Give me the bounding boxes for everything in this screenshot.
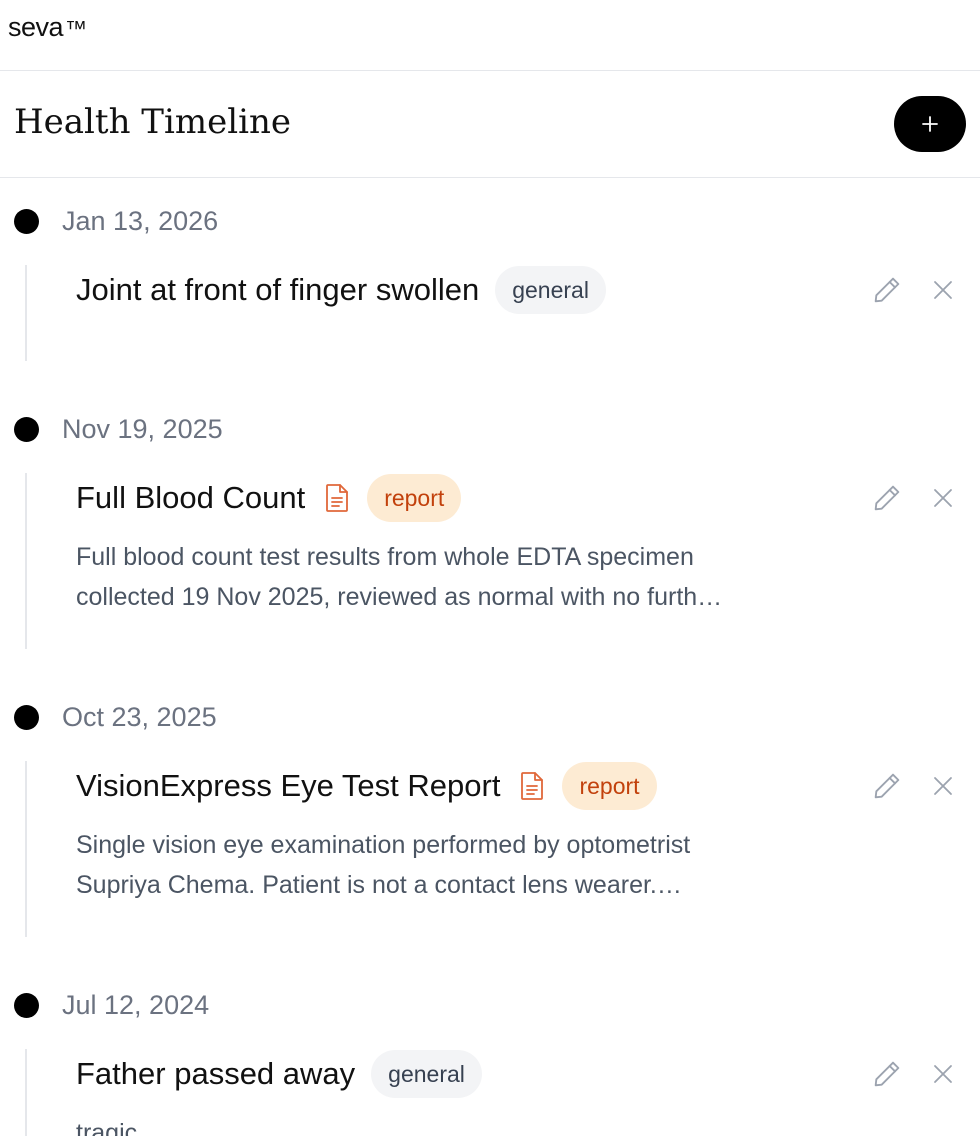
timeline-dot [14, 209, 39, 234]
description-line: Full blood count test results from whole… [76, 543, 694, 571]
close-icon [934, 777, 952, 795]
entry-description: Full blood count test results from whole… [76, 537, 856, 617]
category-tag: general [371, 1050, 482, 1098]
close-icon [934, 489, 952, 507]
timeline-entry: Jan 13, 2026 Joint at front of finger sw… [0, 179, 980, 387]
description-line: Single vision eye examination performed … [76, 831, 691, 859]
pencil-icon [874, 773, 900, 799]
entry-date: Jul 12, 2024 [62, 990, 210, 1020]
timeline-rail [25, 1049, 27, 1136]
delete-button[interactable] [924, 767, 962, 805]
page-title: Health Timeline [14, 102, 291, 142]
close-icon [934, 1065, 952, 1083]
plus-icon [922, 116, 938, 132]
entry-date: Jan 13, 2026 [62, 206, 219, 236]
category-tag: general [495, 266, 606, 314]
timeline-entry: Nov 19, 2025 Full Blood Count report Ful… [0, 387, 980, 675]
entry-date: Nov 19, 2025 [62, 414, 223, 444]
entry-title[interactable]: VisionExpress Eye Test Report [76, 768, 500, 804]
edit-button[interactable] [868, 1055, 906, 1093]
brand-logo[interactable]: seva™ [8, 12, 87, 43]
description-line: collected 19 Nov 2025, reviewed as norma… [76, 583, 723, 611]
delete-button[interactable] [924, 479, 962, 517]
document-icon[interactable] [323, 483, 351, 513]
entry-title[interactable]: Full Blood Count [76, 480, 305, 516]
brand-name: seva [8, 12, 64, 42]
edit-button[interactable] [868, 479, 906, 517]
timeline-rail [25, 265, 27, 361]
delete-button[interactable] [924, 271, 962, 309]
document-icon[interactable] [518, 771, 546, 801]
timeline-dot [14, 417, 39, 442]
timeline-entry: Jul 12, 2024 Father passed away general … [0, 963, 980, 1136]
delete-button[interactable] [924, 1055, 962, 1093]
entry-description: Single vision eye examination performed … [76, 825, 856, 905]
entry-description: tragic [76, 1113, 856, 1136]
timeline: Jan 13, 2026 Joint at front of finger sw… [0, 179, 980, 1136]
category-tag: report [562, 762, 657, 810]
description-line: Supriya Chema. Patient is not a contact … [76, 871, 682, 899]
timeline-dot [14, 705, 39, 730]
category-tag: report [367, 474, 462, 522]
pencil-icon [874, 1061, 900, 1087]
top-bar: seva™ [0, 0, 980, 71]
close-icon [934, 281, 952, 299]
entry-date: Oct 23, 2025 [62, 702, 217, 732]
edit-button[interactable] [868, 767, 906, 805]
entry-title[interactable]: Father passed away [76, 1056, 355, 1092]
timeline-rail [25, 473, 27, 649]
description-line: tragic [76, 1119, 138, 1136]
pencil-icon [874, 485, 900, 511]
timeline-entry: Oct 23, 2025 VisionExpress Eye Test Repo… [0, 675, 980, 963]
entry-title[interactable]: Joint at front of finger swollen [76, 272, 479, 308]
timeline-rail [25, 761, 27, 937]
page-header: Health Timeline [0, 72, 980, 178]
brand-trademark: ™ [65, 16, 87, 41]
timeline-dot [14, 993, 39, 1018]
edit-button[interactable] [868, 271, 906, 309]
pencil-icon [874, 277, 900, 303]
add-entry-button[interactable] [894, 96, 966, 152]
